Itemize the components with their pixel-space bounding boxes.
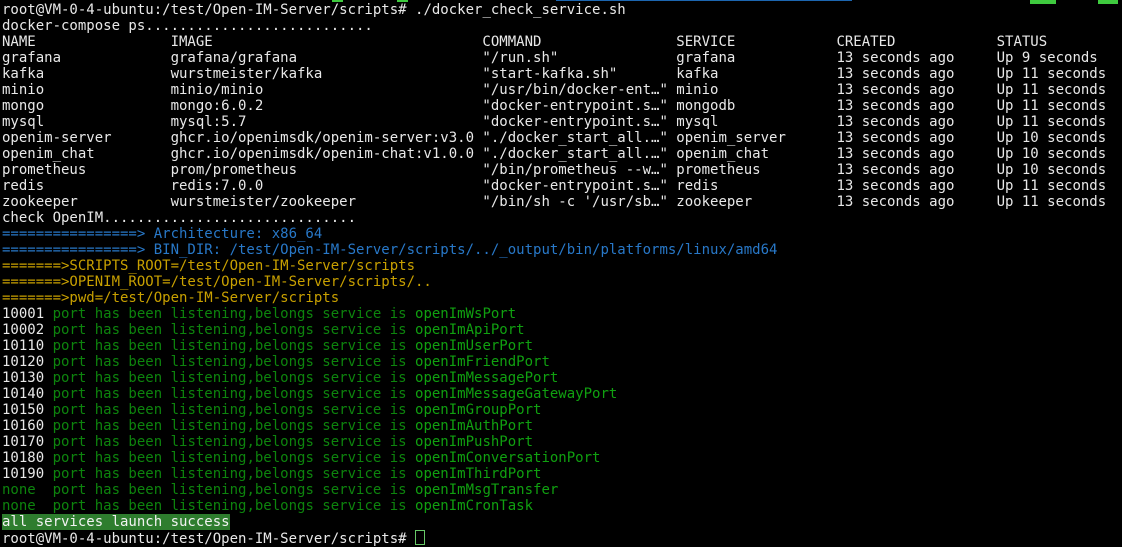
port-check-line: 10160 port has been listening,belongs se… bbox=[2, 418, 533, 434]
check-openim-line: check OpenIM............................… bbox=[2, 210, 356, 226]
service-name: openImAuthPort bbox=[415, 418, 533, 434]
text-segment: docker-compose ps.......................… bbox=[2, 18, 373, 34]
port-check-message: port has been listening,belongs service … bbox=[53, 434, 415, 450]
docker-ps-row: prometheus prom/prometheus "/bin/prometh… bbox=[2, 162, 1106, 178]
port-check-message: port has been listening,belongs service … bbox=[53, 482, 415, 498]
text-segment: ================> Architecture: x86_64 bbox=[2, 226, 322, 242]
port-number: 10150 bbox=[2, 402, 53, 418]
column-headers: NAME IMAGE COMMAND SERVICE CREATED STATU… bbox=[2, 34, 1047, 50]
port-check-message: port has been listening,belongs service … bbox=[53, 418, 415, 434]
docker-ps-header-row: NAME IMAGE COMMAND SERVICE CREATED STATU… bbox=[2, 34, 1047, 50]
container-row: redis redis:7.0.0 "docker-entrypoint.s…"… bbox=[2, 178, 1106, 194]
port-check-line: 10001 port has been listening,belongs se… bbox=[2, 306, 516, 322]
env-var-line: =======>SCRIPTS_ROOT=/test/Open-IM-Serve… bbox=[2, 258, 415, 274]
final-prompt-line: root@VM-0-4-ubuntu:/test/Open-IM-Server/… bbox=[2, 531, 425, 547]
container-row: grafana grafana/grafana "/run.sh" grafan… bbox=[2, 50, 1098, 66]
port-check-line: 10190 port has been listening,belongs se… bbox=[2, 466, 541, 482]
text-segment: =======>pwd=/test/Open-IM-Server/scripts bbox=[2, 290, 339, 306]
shell-prompt: root@VM-0-4-ubuntu:/test/Open-IM-Server/… bbox=[2, 531, 415, 547]
service-name: openImWsPort bbox=[415, 306, 516, 322]
port-check-message: port has been listening,belongs service … bbox=[53, 354, 415, 370]
container-row: prometheus prom/prometheus "/bin/prometh… bbox=[2, 162, 1106, 178]
service-name: openImThirdPort bbox=[415, 466, 541, 482]
success-message: all services launch success bbox=[2, 514, 230, 530]
docker-ps-row: openim-server ghcr.io/openimsdk/openim-s… bbox=[2, 130, 1106, 146]
architecture-line: ================> Architecture: x86_64 bbox=[2, 226, 322, 242]
shell-prompt: root@VM-0-4-ubuntu:/test/Open-IM-Server/… bbox=[2, 2, 415, 18]
docker-ps-row: kafka wurstmeister/kafka "start-kafka.sh… bbox=[2, 66, 1106, 82]
port-check-message: port has been listening,belongs service … bbox=[53, 450, 415, 466]
port-number: 10180 bbox=[2, 450, 53, 466]
service-name: openImConversationPort bbox=[415, 450, 600, 466]
container-row: mongo mongo:6.0.2 "docker-entrypoint.s…"… bbox=[2, 98, 1106, 114]
port-check-line: 10150 port has been listening,belongs se… bbox=[2, 402, 541, 418]
terminal-window[interactable]: { "colors": { "background": "#000000", "… bbox=[0, 0, 1122, 542]
port-number: 10160 bbox=[2, 418, 53, 434]
service-name: openImUserPort bbox=[415, 338, 533, 354]
port-check-line: none port has been listening,belongs ser… bbox=[2, 498, 533, 514]
service-name: openImMessageGatewayPort bbox=[415, 386, 617, 402]
service-name: openImPushPort bbox=[415, 434, 533, 450]
docker-ps-row: mongo mongo:6.0.2 "docker-entrypoint.s…"… bbox=[2, 98, 1106, 114]
shell-prompt-line: root@VM-0-4-ubuntu:/test/Open-IM-Server/… bbox=[2, 2, 626, 18]
text-segment: check OpenIM............................… bbox=[2, 210, 356, 226]
container-row: openim-server ghcr.io/openimsdk/openim-s… bbox=[2, 130, 1106, 146]
docker-ps-row: mysql mysql:5.7 "docker-entrypoint.s…" m… bbox=[2, 114, 1106, 130]
text-segment: =======>OPENIM_ROOT=/test/Open-IM-Server… bbox=[2, 274, 432, 290]
port-number: 10170 bbox=[2, 434, 53, 450]
port-number: 10110 bbox=[2, 338, 53, 354]
docker-ps-row: minio minio/minio "/usr/bin/docker-ent…"… bbox=[2, 82, 1106, 98]
service-name: openImCronTask bbox=[415, 498, 533, 514]
text-segment: ================> BIN_DIR: /test/Open-IM… bbox=[2, 242, 777, 258]
port-check-message: port has been listening,belongs service … bbox=[53, 322, 415, 338]
env-var-line: =======>pwd=/test/Open-IM-Server/scripts bbox=[2, 290, 339, 306]
docker-ps-row: zookeeper wurstmeister/zookeeper "/bin/s… bbox=[2, 194, 1106, 210]
text-segment: =======>SCRIPTS_ROOT=/test/Open-IM-Serve… bbox=[2, 258, 415, 274]
port-number: 10140 bbox=[2, 386, 53, 402]
port-check-message: port has been listening,belongs service … bbox=[53, 466, 415, 482]
port-check-line: 10180 port has been listening,belongs se… bbox=[2, 450, 600, 466]
port-check-line: none port has been listening,belongs ser… bbox=[2, 482, 558, 498]
success-line: all services launch success bbox=[2, 514, 230, 530]
port-check-message: port has been listening,belongs service … bbox=[53, 306, 415, 322]
port-check-message: port has been listening,belongs service … bbox=[53, 498, 415, 514]
docker-ps-row: openim_chat ghcr.io/openimsdk/openim-cha… bbox=[2, 146, 1106, 162]
port-check-line: 10140 port has been listening,belongs se… bbox=[2, 386, 617, 402]
env-var-line: =======>OPENIM_ROOT=/test/Open-IM-Server… bbox=[2, 274, 432, 290]
port-number: 10120 bbox=[2, 354, 53, 370]
service-name: openImGroupPort bbox=[415, 402, 541, 418]
port-check-line: 10110 port has been listening,belongs se… bbox=[2, 338, 533, 354]
docker-compose-command-line: docker-compose ps.......................… bbox=[2, 18, 373, 34]
container-row: minio minio/minio "/usr/bin/docker-ent…"… bbox=[2, 82, 1106, 98]
service-name: openImMessagePort bbox=[415, 370, 558, 386]
bin-dir-line: ================> BIN_DIR: /test/Open-IM… bbox=[2, 242, 777, 258]
container-row: openim_chat ghcr.io/openimsdk/openim-cha… bbox=[2, 146, 1106, 162]
port-number: 10001 bbox=[2, 306, 53, 322]
shell-command: ./docker_check_service.sh bbox=[415, 2, 626, 18]
port-check-line: 10170 port has been listening,belongs se… bbox=[2, 434, 533, 450]
port-check-line: 10120 port has been listening,belongs se… bbox=[2, 354, 550, 370]
port-number: 10002 bbox=[2, 322, 53, 338]
port-check-message: port has been listening,belongs service … bbox=[53, 370, 415, 386]
port-check-message: port has been listening,belongs service … bbox=[53, 402, 415, 418]
service-name: openImMsgTransfer bbox=[415, 482, 558, 498]
port-check-line: 10130 port has been listening,belongs se… bbox=[2, 370, 558, 386]
port-number: 10130 bbox=[2, 370, 53, 386]
port-number: none bbox=[2, 482, 53, 498]
docker-ps-row: grafana grafana/grafana "/run.sh" grafan… bbox=[2, 50, 1098, 66]
container-row: mysql mysql:5.7 "docker-entrypoint.s…" m… bbox=[2, 114, 1106, 130]
port-number: 10190 bbox=[2, 466, 53, 482]
service-name: openImApiPort bbox=[415, 322, 525, 338]
docker-ps-row: redis redis:7.0.0 "docker-entrypoint.s…"… bbox=[2, 178, 1106, 194]
port-check-message: port has been listening,belongs service … bbox=[53, 338, 415, 354]
port-check-line: 10002 port has been listening,belongs se… bbox=[2, 322, 525, 338]
port-number: none bbox=[2, 498, 53, 514]
container-row: zookeeper wurstmeister/zookeeper "/bin/s… bbox=[2, 194, 1106, 210]
terminal-cursor bbox=[415, 530, 425, 545]
text-remnant bbox=[556, 0, 852, 1]
service-name: openImFriendPort bbox=[415, 354, 550, 370]
container-row: kafka wurstmeister/kafka "start-kafka.sh… bbox=[2, 66, 1106, 82]
terminal-output: root@VM-0-4-ubuntu:/test/Open-IM-Server/… bbox=[2, 2, 1106, 547]
port-check-message: port has been listening,belongs service … bbox=[53, 386, 415, 402]
